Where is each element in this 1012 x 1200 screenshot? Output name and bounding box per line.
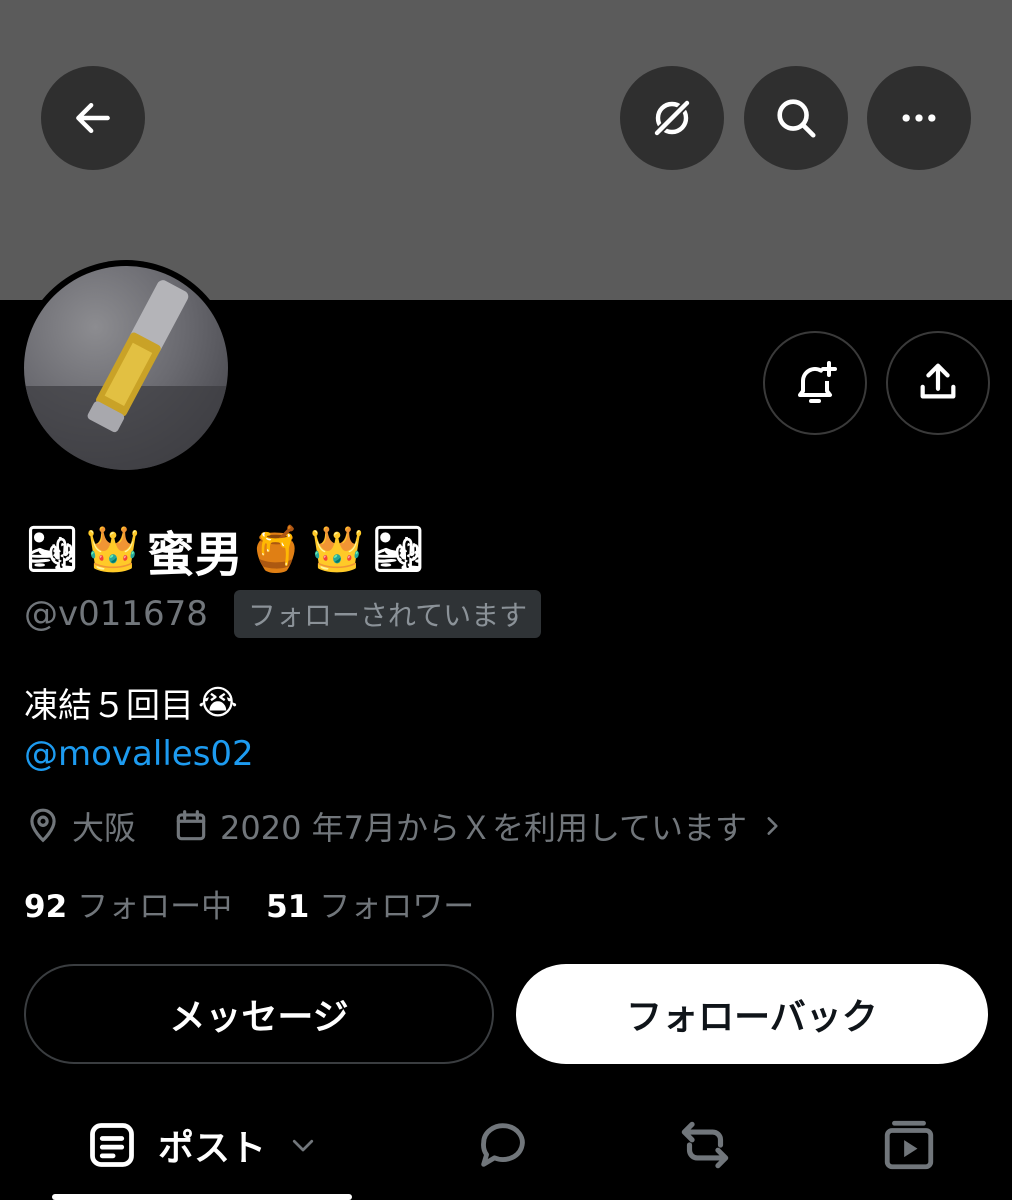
following-label: フォロー中: [77, 888, 233, 925]
media-video-icon: [884, 1120, 934, 1170]
grok-button[interactable]: [620, 66, 724, 170]
following-count: 92: [24, 888, 68, 925]
notify-button[interactable]: [763, 331, 867, 435]
posts-icon: [90, 1123, 134, 1167]
share-icon: [920, 363, 956, 399]
crying-emoji: 😭: [198, 682, 238, 723]
followers-link[interactable]: 51 フォロワー: [266, 881, 474, 926]
bio-mention-link[interactable]: @movalles02: [24, 734, 254, 774]
tab-media[interactable]: [880, 1100, 938, 1190]
message-button[interactable]: メッセージ: [24, 964, 494, 1064]
search-button[interactable]: [744, 66, 848, 170]
more-icon: [902, 114, 936, 122]
followers-label: フォロワー: [319, 888, 475, 925]
location-pin-icon: [30, 808, 56, 843]
tab-posts-label: ポスト: [158, 1128, 267, 1169]
profile-meta: 大阪 2020 年7月からＸを利用しています: [24, 802, 785, 850]
chevron-down-icon[interactable]: [288, 1130, 318, 1160]
chevron-right-icon[interactable]: [759, 811, 785, 841]
following-link[interactable]: 92 フォロー中: [24, 881, 232, 926]
joined-date[interactable]: 2020 年7月からＸを利用しています: [220, 803, 747, 849]
crown-emoji: 👑: [309, 524, 365, 575]
crown-emoji: 👑: [85, 524, 141, 575]
tab-reposts[interactable]: [674, 1100, 736, 1190]
active-tab-indicator: [52, 1194, 352, 1200]
back-arrow-icon: [76, 102, 110, 134]
calendar-icon: [176, 810, 206, 841]
tab-replies[interactable]: [474, 1100, 532, 1190]
bio: 凍結５回目 😭: [24, 678, 238, 727]
grok-icon: [653, 99, 691, 137]
user-handle: @v011678: [24, 594, 208, 634]
profile-tabs: ポスト: [0, 1100, 1012, 1200]
tab-posts[interactable]: ポスト: [86, 1100, 318, 1190]
avatar-image: [24, 280, 228, 470]
handle-row: @v011678 フォローされています: [24, 590, 542, 638]
repost-icon: [681, 1121, 729, 1169]
desert-emoji: 🏜: [24, 524, 80, 575]
bio-text: 凍結５回目: [24, 686, 194, 726]
avatar[interactable]: [24, 266, 228, 470]
reply-bubble-icon: [481, 1123, 525, 1167]
profile-banner[interactable]: [0, 0, 1012, 300]
avatar-frame: [18, 260, 234, 476]
more-button[interactable]: [867, 66, 971, 170]
location-text: 大阪: [72, 809, 137, 847]
bell-plus-icon: [798, 361, 837, 403]
display-name-row: 🏜 👑 蜜男 🍯 👑 🏜: [24, 518, 427, 583]
share-button[interactable]: [886, 331, 990, 435]
desert-emoji: 🏜: [370, 524, 427, 575]
honey-emoji: 🍯: [248, 524, 304, 575]
display-name: 蜜男: [146, 527, 243, 583]
followers-count: 51: [266, 888, 310, 925]
follow-counts: 92 フォロー中 51 フォロワー: [24, 880, 474, 926]
follows-you-badge: フォローされています: [233, 590, 542, 638]
back-button[interactable]: [41, 66, 145, 170]
follow-back-button[interactable]: フォローバック: [516, 964, 988, 1064]
search-icon: [777, 99, 816, 138]
